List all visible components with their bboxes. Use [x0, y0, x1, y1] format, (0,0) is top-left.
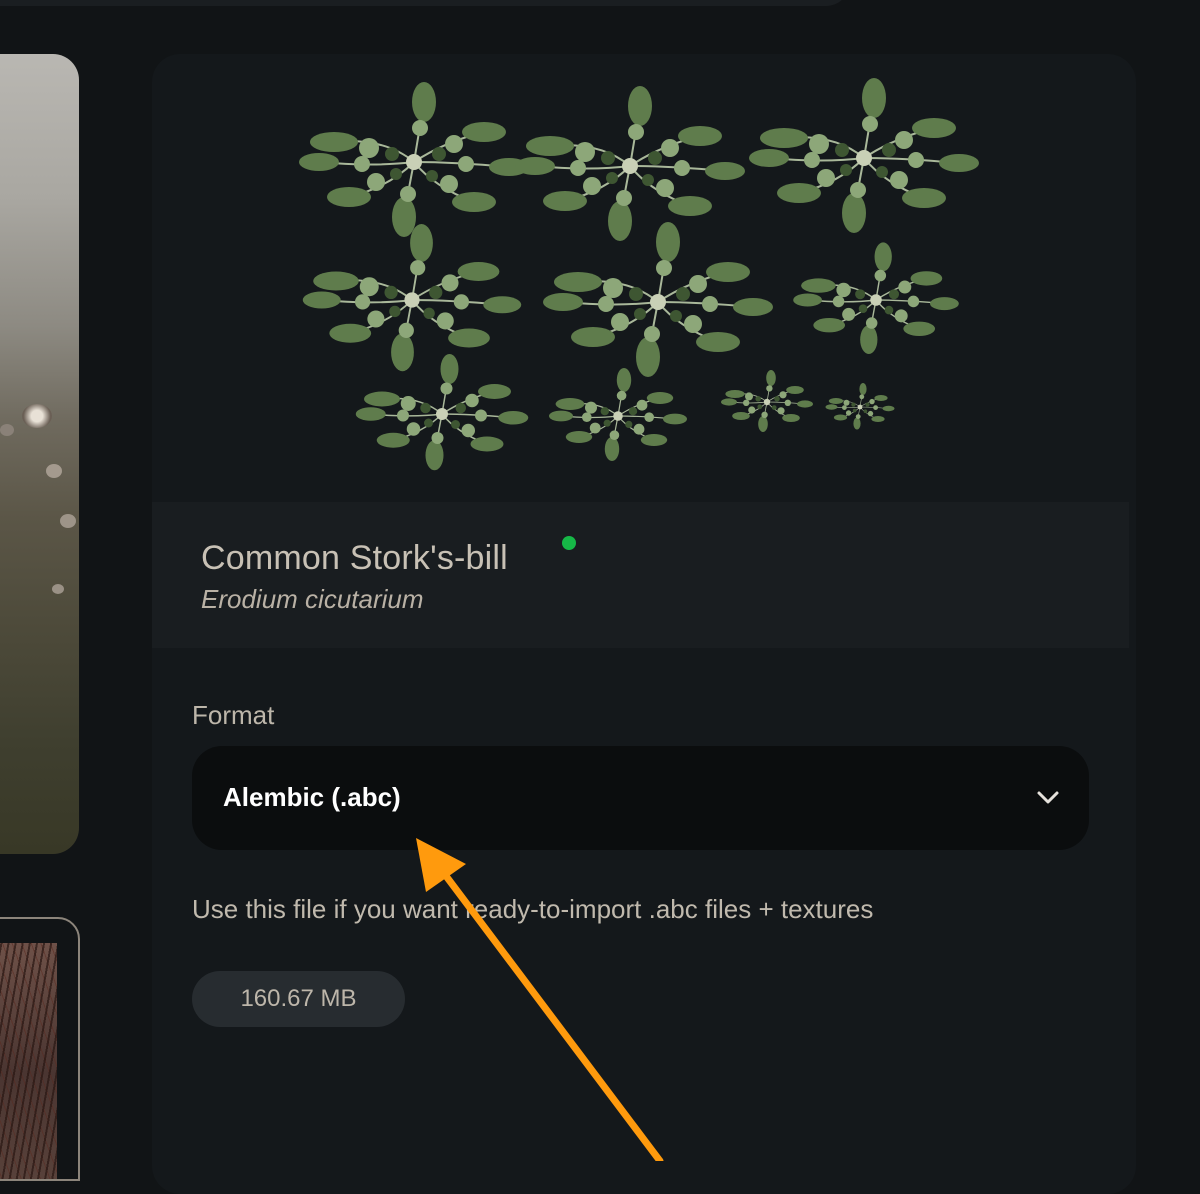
- asset-title-band: Common Stork's-bill Erodium cicutarium: [152, 502, 1129, 648]
- format-select[interactable]: Alembic (.abc): [192, 746, 1089, 850]
- file-size-badge: 160.67 MB: [192, 971, 405, 1027]
- plant-variant: [514, 85, 746, 242]
- neighbor-asset-photo[interactable]: [0, 54, 79, 854]
- format-select-value: Alembic (.abc): [223, 782, 401, 812]
- plant-variant: [298, 81, 530, 238]
- plant-variant: [301, 223, 523, 373]
- plant-variant: [748, 77, 980, 234]
- flower-head: [60, 514, 76, 528]
- plant-variant: [825, 382, 895, 430]
- plant-variant: [720, 369, 814, 433]
- plant-variations-render: [298, 77, 980, 471]
- format-label: Format: [192, 700, 275, 730]
- flower-head: [46, 464, 62, 478]
- asset-download-card: Common Stork's-bill Erodium cicutarium F…: [152, 54, 1136, 1194]
- plant-variant: [548, 367, 688, 462]
- plant-variant: [542, 221, 774, 378]
- chevron-down-icon: [1037, 791, 1059, 804]
- asset-preview-image: [152, 54, 1136, 502]
- top-search-bar: [0, 0, 850, 6]
- flower-head: [52, 584, 64, 594]
- format-description: Use this file if you want ready-to-impor…: [192, 894, 874, 924]
- asset-latin-name: Erodium cicutarium: [201, 584, 424, 614]
- plant-variant: [792, 241, 960, 355]
- status-dot-icon: [562, 536, 576, 550]
- neighbor-asset-thumbnail[interactable]: [0, 917, 80, 1181]
- flower-head: [22, 404, 52, 428]
- thumbnail-image: [0, 943, 57, 1179]
- plant-variant: [355, 353, 529, 471]
- asset-common-name: Common Stork's-bill: [201, 539, 508, 577]
- flower-head: [0, 424, 14, 436]
